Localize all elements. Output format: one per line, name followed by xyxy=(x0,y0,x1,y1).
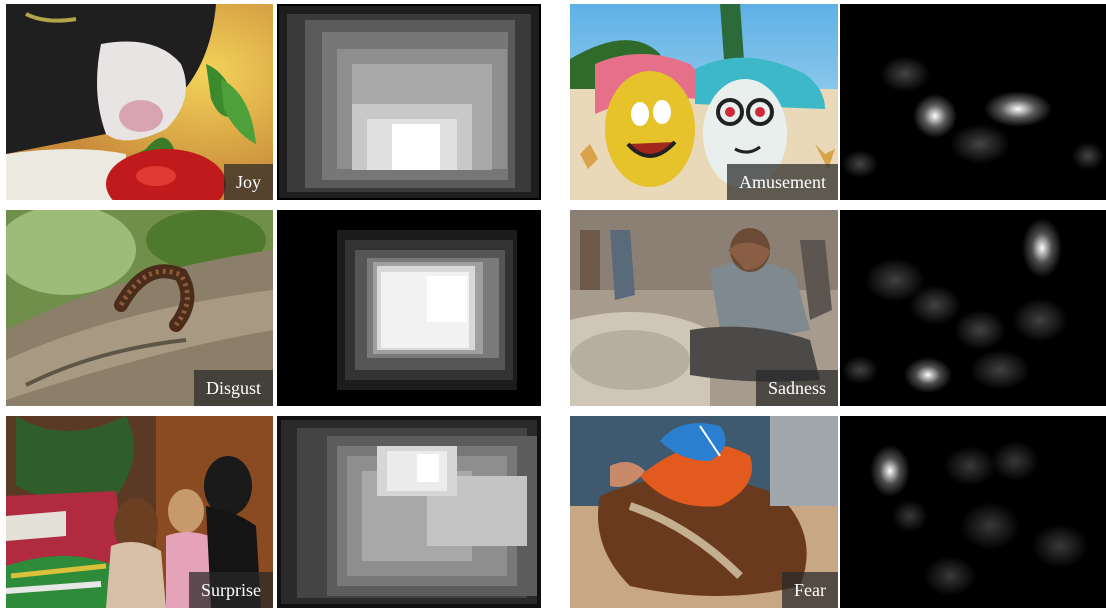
saliency-map-disgust xyxy=(277,210,541,406)
photo-surprise: Surprise xyxy=(6,416,273,608)
photo-amusement: Amusement xyxy=(570,4,838,200)
saliency-map-sadness xyxy=(840,210,1106,406)
saliency-map-surprise xyxy=(277,416,541,608)
emotion-label: Fear xyxy=(782,572,838,608)
saliency-map-joy xyxy=(277,4,541,200)
emotion-label: Sadness xyxy=(756,370,838,406)
photo-fear: Fear xyxy=(570,416,838,608)
emotion-label: Amusement xyxy=(727,164,838,200)
emotion-label: Joy xyxy=(223,164,273,200)
photo-sadness: Sadness xyxy=(570,210,838,406)
emotion-label: Surprise xyxy=(189,572,273,608)
emotion-label: Disgust xyxy=(193,370,273,406)
saliency-map-fear xyxy=(840,416,1106,608)
saliency-map-amusement xyxy=(840,4,1106,200)
photo-disgust: Disgust xyxy=(6,210,273,406)
photo-joy: Joy xyxy=(6,4,273,200)
